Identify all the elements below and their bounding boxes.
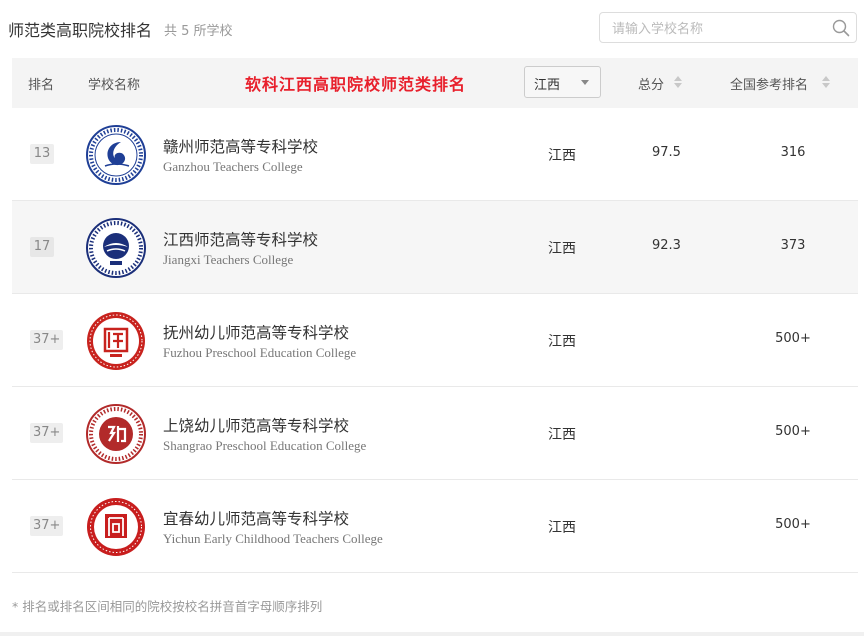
school-name-en[interactable]: Shangrao Preschool Education College	[163, 438, 366, 454]
school-name-en[interactable]: Ganzhou Teachers College	[163, 159, 303, 175]
national-rank-cell: 373	[780, 238, 806, 253]
school-name-cn[interactable]: 上饶幼儿师范高等专科学校	[163, 414, 349, 436]
province-cell: 江西	[548, 427, 576, 443]
rank-badge: 37+	[30, 330, 64, 350]
ganzhou-teachers-college-logo[interactable]	[85, 124, 147, 186]
national-rank-cell: 500+	[775, 517, 811, 532]
divider	[0, 632, 864, 636]
col-rank-header: 排名	[28, 78, 55, 93]
table-row[interactable]: 37+ 上饶幼儿师范高等专科学校 Shangrao Preschool Educ…	[12, 387, 858, 480]
province-cell: 江西	[548, 148, 576, 164]
sort-score-icon[interactable]	[674, 76, 682, 90]
province-filter-value: 江西	[534, 78, 561, 93]
national-rank-cell: 500+	[775, 424, 811, 439]
jiangxi-teachers-college-logo[interactable]	[85, 217, 147, 279]
yichun-early-childhood-college-logo[interactable]	[85, 496, 147, 558]
score-cell: 92.3	[652, 238, 681, 253]
table-row[interactable]: 37+ 抚州幼儿师范高等专科学校 Fuzhou Preschool Educat…	[12, 294, 858, 387]
province-cell: 江西	[548, 334, 576, 350]
col-score-header[interactable]: 总分	[638, 74, 664, 93]
chevron-down-icon	[581, 80, 589, 85]
school-name-cn[interactable]: 抚州幼儿师范高等专科学校	[163, 321, 349, 343]
search-box[interactable]	[599, 12, 857, 43]
rank-badge: 13	[30, 144, 54, 164]
score-cell: 97.5	[652, 145, 681, 160]
fuzhou-preschool-college-logo[interactable]	[85, 310, 147, 372]
shangrao-preschool-college-logo[interactable]	[85, 403, 147, 465]
rank-badge: 37+	[30, 516, 64, 536]
school-name-en[interactable]: Yichun Early Childhood Teachers College	[163, 531, 383, 547]
rank-badge: 37+	[30, 423, 64, 443]
ranking-banner: 软科江西高职院校师范类排名	[245, 75, 467, 94]
col-national-header[interactable]: 全国参考排名	[730, 74, 808, 93]
top-bar: 师范类高职院校排名 共 5 所学校	[0, 0, 864, 58]
school-name-en[interactable]: Fuzhou Preschool Education College	[163, 345, 356, 361]
school-count: 共 5 所学校	[164, 24, 233, 39]
province-cell: 江西	[548, 520, 576, 536]
school-name-cn[interactable]: 江西师范高等专科学校	[163, 228, 318, 250]
sort-national-icon[interactable]	[822, 76, 830, 90]
table-header: 排名 学校名称 软科江西高职院校师范类排名 江西 总分 全国参考排名	[12, 58, 858, 108]
search-icon[interactable]	[832, 19, 850, 37]
col-school-header: 学校名称	[88, 78, 141, 93]
table-row[interactable]: 13 赣州师范高等专科学校 Ganzhou Teachers College 江…	[12, 108, 858, 201]
province-filter-select[interactable]: 江西	[524, 66, 601, 98]
school-name-cn[interactable]: 宜春幼儿师范高等专科学校	[163, 507, 349, 529]
province-cell: 江西	[548, 241, 576, 257]
school-name-cn[interactable]: 赣州师范高等专科学校	[163, 135, 318, 157]
rank-badge: 17	[30, 237, 54, 257]
national-rank-cell: 500+	[775, 331, 811, 346]
national-rank-cell: 316	[780, 145, 806, 160]
page-title: 师范类高职院校排名	[8, 21, 153, 40]
search-input[interactable]	[610, 19, 824, 39]
ranking-footnote: * 排名或排名区间相同的院校按校名拼音首字母顺序排列	[12, 599, 323, 614]
table-row[interactable]: 17 江西师范高等专科学校 Jiangxi Teachers College 江…	[12, 201, 858, 294]
table-row[interactable]: 37+ 宜春幼儿师范高等专科学校 Yichun Early Childhood …	[12, 480, 858, 573]
school-name-en[interactable]: Jiangxi Teachers College	[163, 252, 293, 268]
